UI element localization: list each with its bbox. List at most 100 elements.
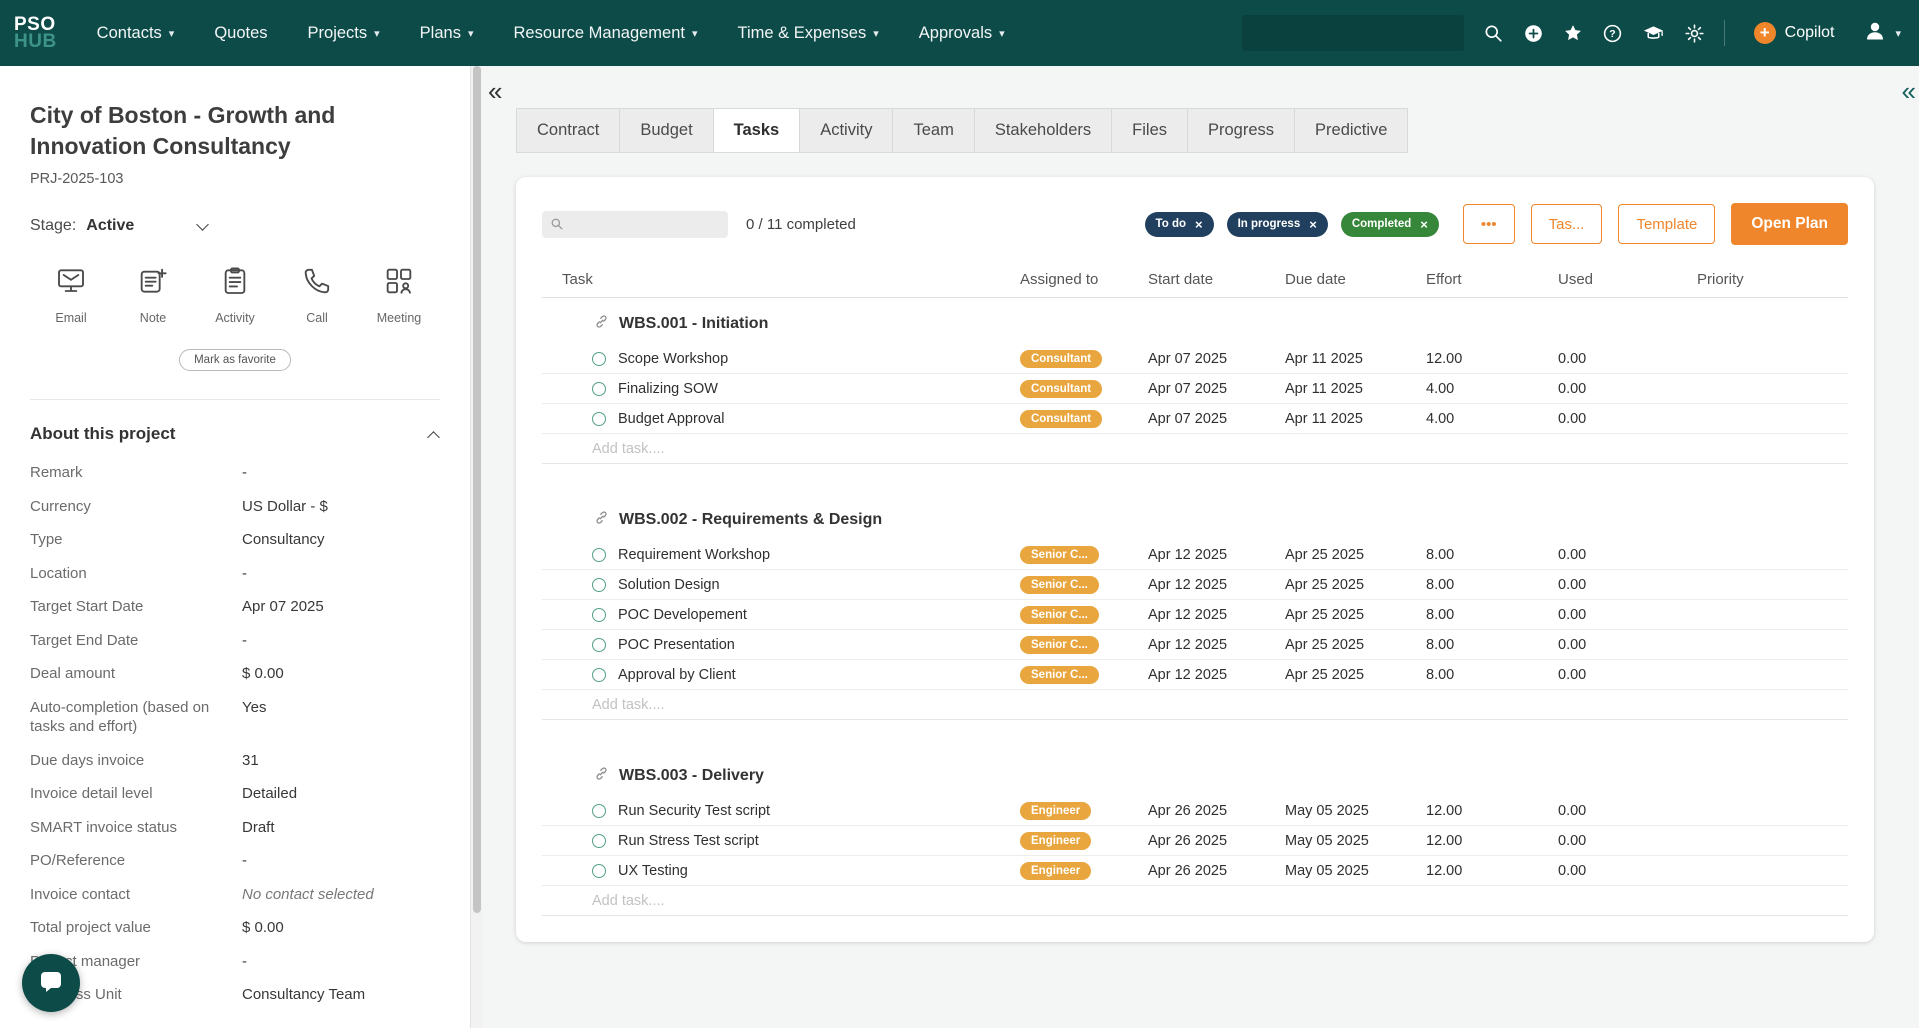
tab[interactable]: Budget xyxy=(620,108,713,153)
toolbar-button[interactable]: ••• xyxy=(1463,204,1515,244)
group-header[interactable]: WBS.002 - Requirements & Design xyxy=(542,494,1848,540)
assignee-badge[interactable]: Engineer xyxy=(1020,832,1091,850)
toolbar-button[interactable]: Tas... xyxy=(1531,204,1603,244)
filter-chip[interactable]: In progress × xyxy=(1227,212,1328,237)
task-status-circle[interactable] xyxy=(592,382,606,396)
task-status-circle[interactable] xyxy=(592,638,606,652)
task-name[interactable]: Budget Approval xyxy=(618,411,724,427)
table-row[interactable]: Run Stress Test script Engineer Apr 26 2… xyxy=(542,826,1848,856)
table-row[interactable]: Budget Approval Consultant Apr 07 2025 A… xyxy=(542,404,1848,434)
table-row[interactable]: Scope Workshop Consultant Apr 07 2025 Ap… xyxy=(542,344,1848,374)
table-row[interactable]: POC Presentation Senior C... Apr 12 2025… xyxy=(542,630,1848,660)
filter-chip[interactable]: Completed × xyxy=(1341,212,1439,237)
table-row[interactable]: Finalizing SOW Consultant Apr 07 2025 Ap… xyxy=(542,374,1848,404)
task-search-input[interactable] xyxy=(542,211,728,238)
stage-selector[interactable]: Stage: Active xyxy=(30,217,440,235)
search-icon[interactable] xyxy=(1483,23,1504,44)
task-status-circle[interactable] xyxy=(592,864,606,878)
menu-item[interactable]: Plans ▾ xyxy=(420,24,474,43)
assignee-badge[interactable]: Consultant xyxy=(1020,350,1102,368)
chip-close-icon[interactable]: × xyxy=(1309,218,1317,231)
task-name[interactable]: Run Security Test script xyxy=(618,803,770,819)
collapse-sidebar-icon[interactable]: « xyxy=(488,78,502,104)
menu-item[interactable]: Approvals ▾ xyxy=(919,24,1005,43)
assignee-badge[interactable]: Senior C... xyxy=(1020,576,1099,594)
menu-item[interactable]: Resource Management ▾ xyxy=(513,24,697,43)
chevron-up-icon[interactable] xyxy=(427,431,440,444)
menu-item[interactable]: Time & Expenses ▾ xyxy=(738,24,879,43)
chip-close-icon[interactable]: × xyxy=(1420,218,1428,231)
tab[interactable]: Activity xyxy=(800,108,893,153)
mark-favorite-button[interactable]: Mark as favorite xyxy=(179,349,291,371)
task-status-circle[interactable] xyxy=(592,668,606,682)
toolbar-button[interactable]: Template xyxy=(1618,204,1715,244)
tab[interactable]: Tasks xyxy=(714,108,801,153)
menu-item[interactable]: Quotes ▾ xyxy=(214,24,267,43)
task-name[interactable]: Finalizing SOW xyxy=(618,381,718,397)
help-icon[interactable]: ? xyxy=(1602,23,1623,44)
task-status-circle[interactable] xyxy=(592,804,606,818)
task-name[interactable]: Approval by Client xyxy=(618,667,736,683)
tab[interactable]: Team xyxy=(893,108,974,153)
about-section-header[interactable]: About this project xyxy=(30,400,440,456)
assignee-badge[interactable]: Senior C... xyxy=(1020,546,1099,564)
assignee-badge[interactable]: Consultant xyxy=(1020,380,1102,398)
call-action-button[interactable]: Call xyxy=(276,265,358,325)
assignee-badge[interactable]: Senior C... xyxy=(1020,666,1099,684)
copilot-button[interactable]: + Copilot xyxy=(1744,16,1845,50)
tab[interactable]: Predictive xyxy=(1295,108,1408,153)
add-circle-icon[interactable] xyxy=(1523,23,1544,44)
task-status-circle[interactable] xyxy=(592,608,606,622)
task-name[interactable]: Requirement Workshop xyxy=(618,547,770,563)
favorites-star-icon[interactable] xyxy=(1563,23,1583,43)
assignee-badge[interactable]: Engineer xyxy=(1020,802,1091,820)
add-task-label[interactable]: Add task.... xyxy=(542,441,1020,457)
collapse-right-panel-icon[interactable]: « xyxy=(1902,78,1916,104)
task-status-circle[interactable] xyxy=(592,834,606,848)
academy-cap-icon[interactable] xyxy=(1642,22,1665,45)
table-row[interactable]: Approval by Client Senior C... Apr 12 20… xyxy=(542,660,1848,690)
group-header[interactable]: WBS.003 - Delivery xyxy=(542,750,1848,796)
scrollbar-thumb[interactable] xyxy=(473,66,481,913)
task-name[interactable]: Run Stress Test script xyxy=(618,833,759,849)
meeting-action-button[interactable]: Meeting xyxy=(358,265,440,325)
task-status-circle[interactable] xyxy=(592,352,606,366)
activity-action-button[interactable]: Activity xyxy=(194,265,276,325)
assignee-badge[interactable]: Senior C... xyxy=(1020,636,1099,654)
task-name[interactable]: POC Developement xyxy=(618,607,747,623)
assignee-badge[interactable]: Senior C... xyxy=(1020,606,1099,624)
table-row[interactable]: Requirement Workshop Senior C... Apr 12 … xyxy=(542,540,1848,570)
task-name[interactable]: POC Presentation xyxy=(618,637,735,653)
table-row[interactable]: POC Developement Senior C... Apr 12 2025… xyxy=(542,600,1848,630)
filter-chip[interactable]: To do × xyxy=(1145,212,1214,237)
user-menu[interactable]: ▾ xyxy=(1863,19,1901,48)
table-row[interactable]: Run Security Test script Engineer Apr 26… xyxy=(542,796,1848,826)
task-name[interactable]: Solution Design xyxy=(618,577,720,593)
tab[interactable]: Files xyxy=(1112,108,1188,153)
settings-gear-icon[interactable] xyxy=(1684,23,1705,44)
menu-item[interactable]: Contacts ▾ xyxy=(97,24,175,43)
tab[interactable]: Stakeholders xyxy=(975,108,1112,153)
task-status-circle[interactable] xyxy=(592,578,606,592)
task-status-circle[interactable] xyxy=(592,548,606,562)
tab[interactable]: Contract xyxy=(516,108,620,153)
menu-item[interactable]: Projects ▾ xyxy=(308,24,380,43)
toolbar-button[interactable]: Open Plan xyxy=(1731,203,1848,245)
add-task-label[interactable]: Add task.... xyxy=(542,697,1020,713)
add-task-label[interactable]: Add task.... xyxy=(542,893,1020,909)
assignee-badge[interactable]: Consultant xyxy=(1020,410,1102,428)
tab[interactable]: Progress xyxy=(1188,108,1295,153)
add-task-row[interactable]: Add task.... xyxy=(542,434,1848,464)
group-header[interactable]: WBS.001 - Initiation xyxy=(542,298,1848,344)
app-logo[interactable]: PSO HUB xyxy=(14,16,57,50)
chip-close-icon[interactable]: × xyxy=(1195,218,1203,231)
chat-launcher[interactable] xyxy=(22,954,80,1012)
task-name[interactable]: UX Testing xyxy=(618,863,688,879)
email-action-button[interactable]: Email xyxy=(30,265,112,325)
add-task-row[interactable]: Add task.... xyxy=(542,690,1848,720)
add-task-row[interactable]: Add task.... xyxy=(542,886,1848,916)
task-name[interactable]: Scope Workshop xyxy=(618,351,728,367)
table-row[interactable]: UX Testing Engineer Apr 26 2025 May 05 2… xyxy=(542,856,1848,886)
chevron-down-icon[interactable] xyxy=(196,218,209,231)
global-search-input[interactable] xyxy=(1242,15,1464,51)
